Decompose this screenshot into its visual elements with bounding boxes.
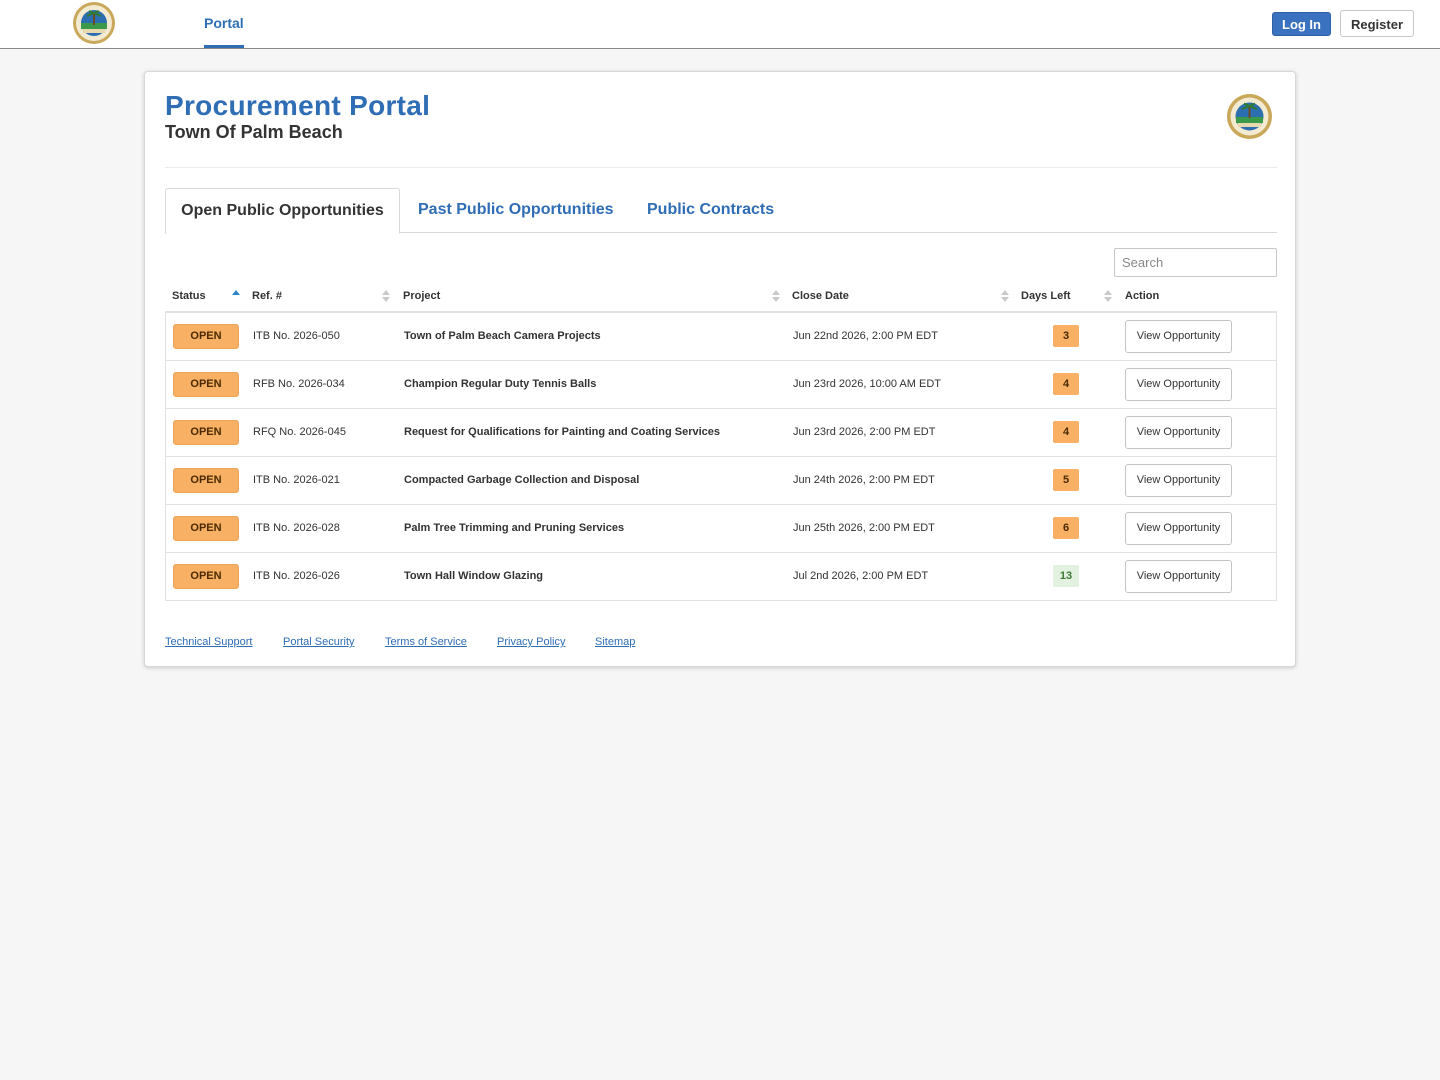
status-badge: OPEN (173, 468, 239, 493)
column-header-project[interactable]: Project (403, 282, 440, 311)
table-row: OPEN ITB No. 2026-028 Palm Tree Trimming… (166, 505, 1276, 553)
tab-open-public-opportunities[interactable]: Open Public Opportunities (165, 188, 400, 234)
sort-icon[interactable] (382, 290, 390, 304)
table-body: OPEN ITB No. 2026-050 Town of Palm Beach… (165, 313, 1277, 601)
view-opportunity-button[interactable]: View Opportunity (1125, 512, 1232, 545)
days-left-badge: 13 (1053, 565, 1079, 587)
project-name: Champion Regular Duty Tennis Balls (404, 378, 597, 390)
table-row: OPEN ITB No. 2026-021 Compacted Garbage … (166, 457, 1276, 505)
opportunity-tabs: Open Public Opportunities Past Public Op… (165, 188, 1277, 234)
register-button[interactable]: Register (1340, 10, 1414, 37)
title-divider (165, 167, 1277, 168)
tab-past-public-opportunities[interactable]: Past Public Opportunities (418, 188, 614, 233)
status-badge: OPEN (173, 372, 239, 397)
table-header: Status Ref. # Project Close Date Days Le… (165, 282, 1277, 313)
sort-ascending-icon[interactable] (232, 290, 240, 304)
project-name: Town of Palm Beach Camera Projects (404, 330, 601, 342)
table-row: OPEN RFB No. 2026-034 Champion Regular D… (166, 361, 1276, 409)
column-header-close-date[interactable]: Close Date (792, 282, 849, 311)
organization-name: Town Of Palm Beach (165, 122, 343, 142)
project-name: Compacted Garbage Collection and Disposa… (404, 474, 640, 486)
search-input[interactable] (1114, 248, 1277, 277)
status-badge: OPEN (173, 420, 239, 445)
procurement-card: Procurement Portal Town Of Palm Beach Op… (144, 71, 1296, 667)
page-title: Procurement Portal (165, 90, 431, 121)
ref-number: RFQ No. 2026-045 (253, 426, 346, 438)
close-date: Jul 2nd 2026, 2:00 PM EDT (793, 570, 929, 582)
days-left-badge: 6 (1053, 517, 1079, 539)
ref-number: ITB No. 2026-021 (253, 474, 340, 486)
days-left-badge: 3 (1053, 325, 1079, 347)
view-opportunity-button[interactable]: View Opportunity (1125, 416, 1232, 449)
privacy-policy-link[interactable]: Privacy Policy (497, 636, 565, 648)
sort-icon[interactable] (1104, 290, 1112, 304)
status-badge: OPEN (173, 516, 239, 541)
login-button[interactable]: Log In (1272, 12, 1331, 36)
ref-number: ITB No. 2026-050 (253, 330, 340, 342)
status-badge: OPEN (173, 324, 239, 349)
ref-number: RFB No. 2026-034 (253, 378, 345, 390)
days-left-badge: 5 (1053, 469, 1079, 491)
table-row: OPEN RFQ No. 2026-045 Request for Qualif… (166, 409, 1276, 457)
tab-public-contracts[interactable]: Public Contracts (647, 188, 774, 233)
opportunities-table: Status Ref. # Project Close Date Days Le… (165, 282, 1277, 601)
project-name: Town Hall Window Glazing (404, 570, 544, 582)
column-header-status[interactable]: Status (172, 282, 206, 311)
portal-security-link[interactable]: Portal Security (283, 636, 355, 648)
top-navbar: Portal Log In Register (0, 0, 1440, 49)
status-badge: OPEN (173, 564, 239, 589)
close-date: Jun 25th 2026, 2:00 PM EDT (793, 522, 935, 534)
close-date: Jun 23rd 2026, 2:00 PM EDT (793, 426, 936, 438)
sort-icon[interactable] (1001, 290, 1009, 304)
close-date: Jun 22nd 2026, 2:00 PM EDT (793, 330, 938, 342)
town-seal-logo[interactable] (72, 1, 116, 45)
project-name: Request for Qualifications for Painting … (404, 426, 720, 438)
sort-icon[interactable] (772, 290, 780, 304)
view-opportunity-button[interactable]: View Opportunity (1125, 464, 1232, 497)
sitemap-link[interactable]: Sitemap (595, 636, 635, 648)
table-row: OPEN ITB No. 2026-050 Town of Palm Beach… (166, 313, 1276, 361)
view-opportunity-button[interactable]: View Opportunity (1125, 320, 1232, 353)
days-left-badge: 4 (1053, 373, 1079, 395)
town-seal-icon (1227, 94, 1272, 139)
view-opportunity-button[interactable]: View Opportunity (1125, 368, 1232, 401)
ref-number: ITB No. 2026-028 (253, 522, 340, 534)
column-header-action: Action (1125, 290, 1160, 302)
column-header-ref[interactable]: Ref. # (252, 282, 282, 311)
view-opportunity-button[interactable]: View Opportunity (1125, 560, 1232, 593)
close-date: Jun 23rd 2026, 10:00 AM EDT (793, 378, 941, 390)
project-name: Palm Tree Trimming and Pruning Services (404, 522, 625, 534)
column-header-days-left[interactable]: Days Left (1021, 282, 1071, 311)
terms-of-service-link[interactable]: Terms of Service (385, 636, 467, 648)
table-row: OPEN ITB No. 2026-026 Town Hall Window G… (166, 553, 1276, 601)
technical-support-link[interactable]: Technical Support (165, 636, 252, 648)
ref-number: ITB No. 2026-026 (253, 570, 340, 582)
days-left-badge: 4 (1053, 421, 1079, 443)
close-date: Jun 24th 2026, 2:00 PM EDT (793, 474, 935, 486)
nav-portal-link[interactable]: Portal (204, 0, 244, 48)
